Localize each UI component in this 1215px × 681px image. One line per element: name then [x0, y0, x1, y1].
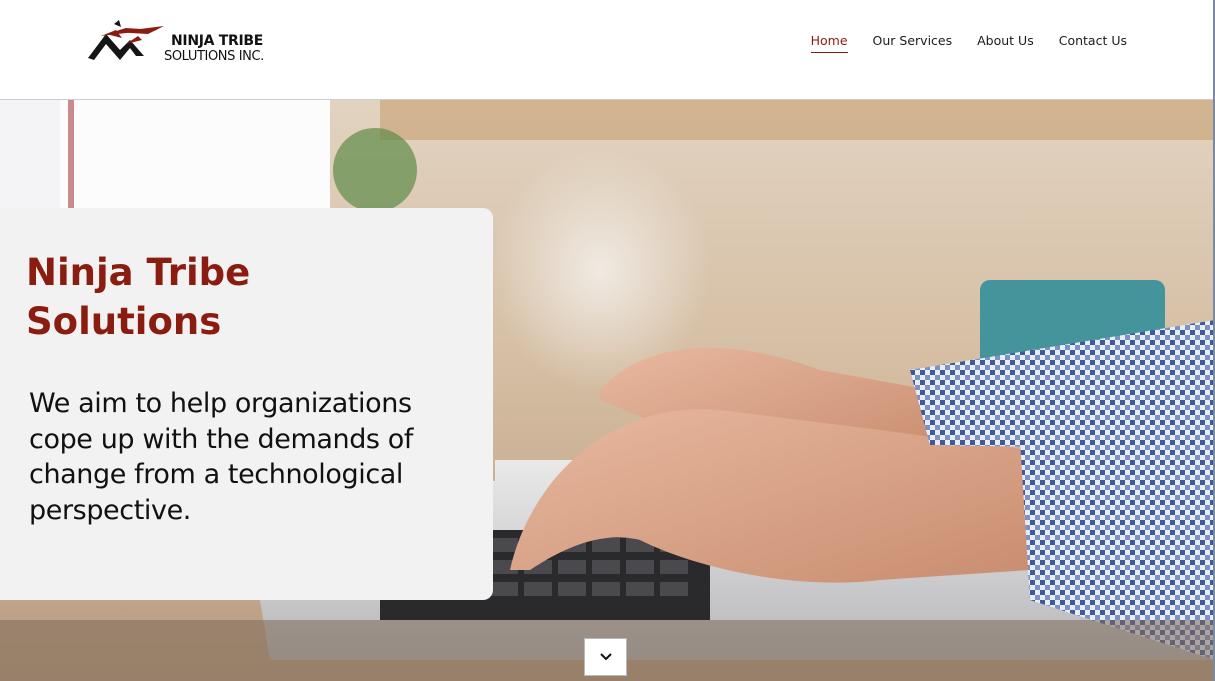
hero-description: We aim to help organizations cope up wit… — [29, 388, 414, 526]
main-nav: Home Our Services About Us Contact Us — [810, 33, 1127, 53]
scroll-down-button[interactable] — [584, 638, 627, 676]
nav-item-home[interactable]: Home — [810, 33, 848, 53]
page: NINJA TRIBE SOLUTIONS INC. Home Our Serv… — [0, 0, 1215, 681]
hero-section: Ninja Tribe Solutions We aim to help org… — [0, 100, 1215, 681]
ninja-tribe-logo-icon — [88, 20, 164, 60]
nav-item-contact-us[interactable]: Contact Us — [1059, 33, 1127, 53]
logo-name-line2: SOLUTIONS INC. — [164, 49, 264, 64]
logo[interactable]: NINJA TRIBE SOLUTIONS INC. — [86, 20, 276, 70]
site-header: NINJA TRIBE SOLUTIONS INC. Home Our Serv… — [0, 0, 1215, 100]
nav-item-our-services[interactable]: Our Services — [873, 33, 953, 53]
chevron-down-icon — [599, 653, 612, 661]
nav-item-about-us[interactable]: About Us — [977, 33, 1034, 53]
hero-title: Ninja Tribe Solutions — [26, 251, 251, 343]
logo-name-line1: NINJA TRIBE — [171, 33, 264, 49]
hero-card: Ninja Tribe Solutions We aim to help org… — [0, 208, 493, 600]
